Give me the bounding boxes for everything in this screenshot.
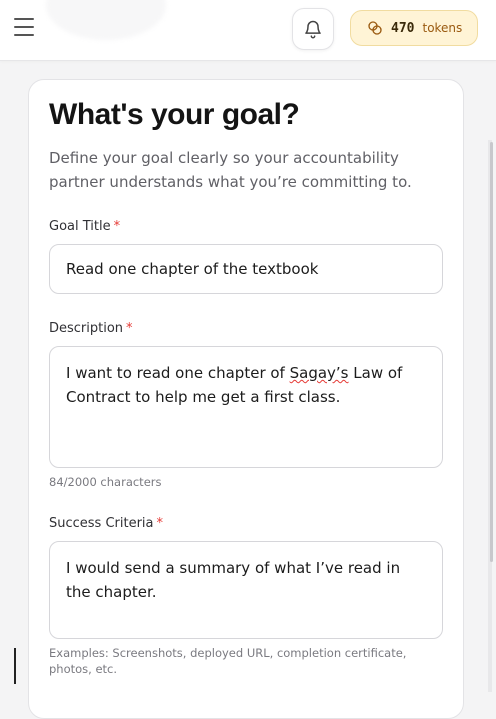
goal-form-card: What's your goal? Define your goal clear… (28, 79, 464, 719)
description-char-count: 84/2000 characters (49, 475, 162, 489)
required-marker: * (126, 321, 133, 336)
header-decoration (46, 0, 166, 40)
description-textarea[interactable]: I want to read one chapter of Sagay’s La… (49, 346, 443, 468)
text-cursor (14, 648, 16, 684)
required-marker: * (113, 219, 121, 234)
tokens-badge[interactable]: 470 tokens (350, 10, 478, 46)
bell-icon (305, 20, 321, 39)
success-criteria-label: Success Criteria * (49, 516, 164, 531)
description-label: Description * (49, 321, 133, 336)
scrollbar-thumb[interactable] (490, 142, 493, 562)
goal-title-input[interactable]: Read one chapter of the textbook (49, 244, 443, 294)
tokens-count: 470 (391, 20, 415, 36)
success-criteria-helper: Examples: Screenshots, deployed URL, com… (49, 646, 407, 676)
tokens-label: tokens (422, 21, 463, 35)
page-subtitle: Define your goal clearly so your account… (49, 149, 412, 191)
page-title: What's your goal? (49, 98, 300, 131)
spellcheck-word: Sagay’s (289, 364, 349, 382)
required-marker: * (156, 516, 164, 531)
goal-title-label: Goal Title * (49, 219, 121, 234)
success-criteria-textarea[interactable]: I would send a summary of what I’ve read… (49, 541, 443, 639)
menu-icon[interactable] (14, 18, 34, 38)
coins-icon (368, 21, 382, 35)
notifications-button[interactable] (292, 8, 334, 50)
top-bar: 470 tokens (0, 0, 496, 61)
